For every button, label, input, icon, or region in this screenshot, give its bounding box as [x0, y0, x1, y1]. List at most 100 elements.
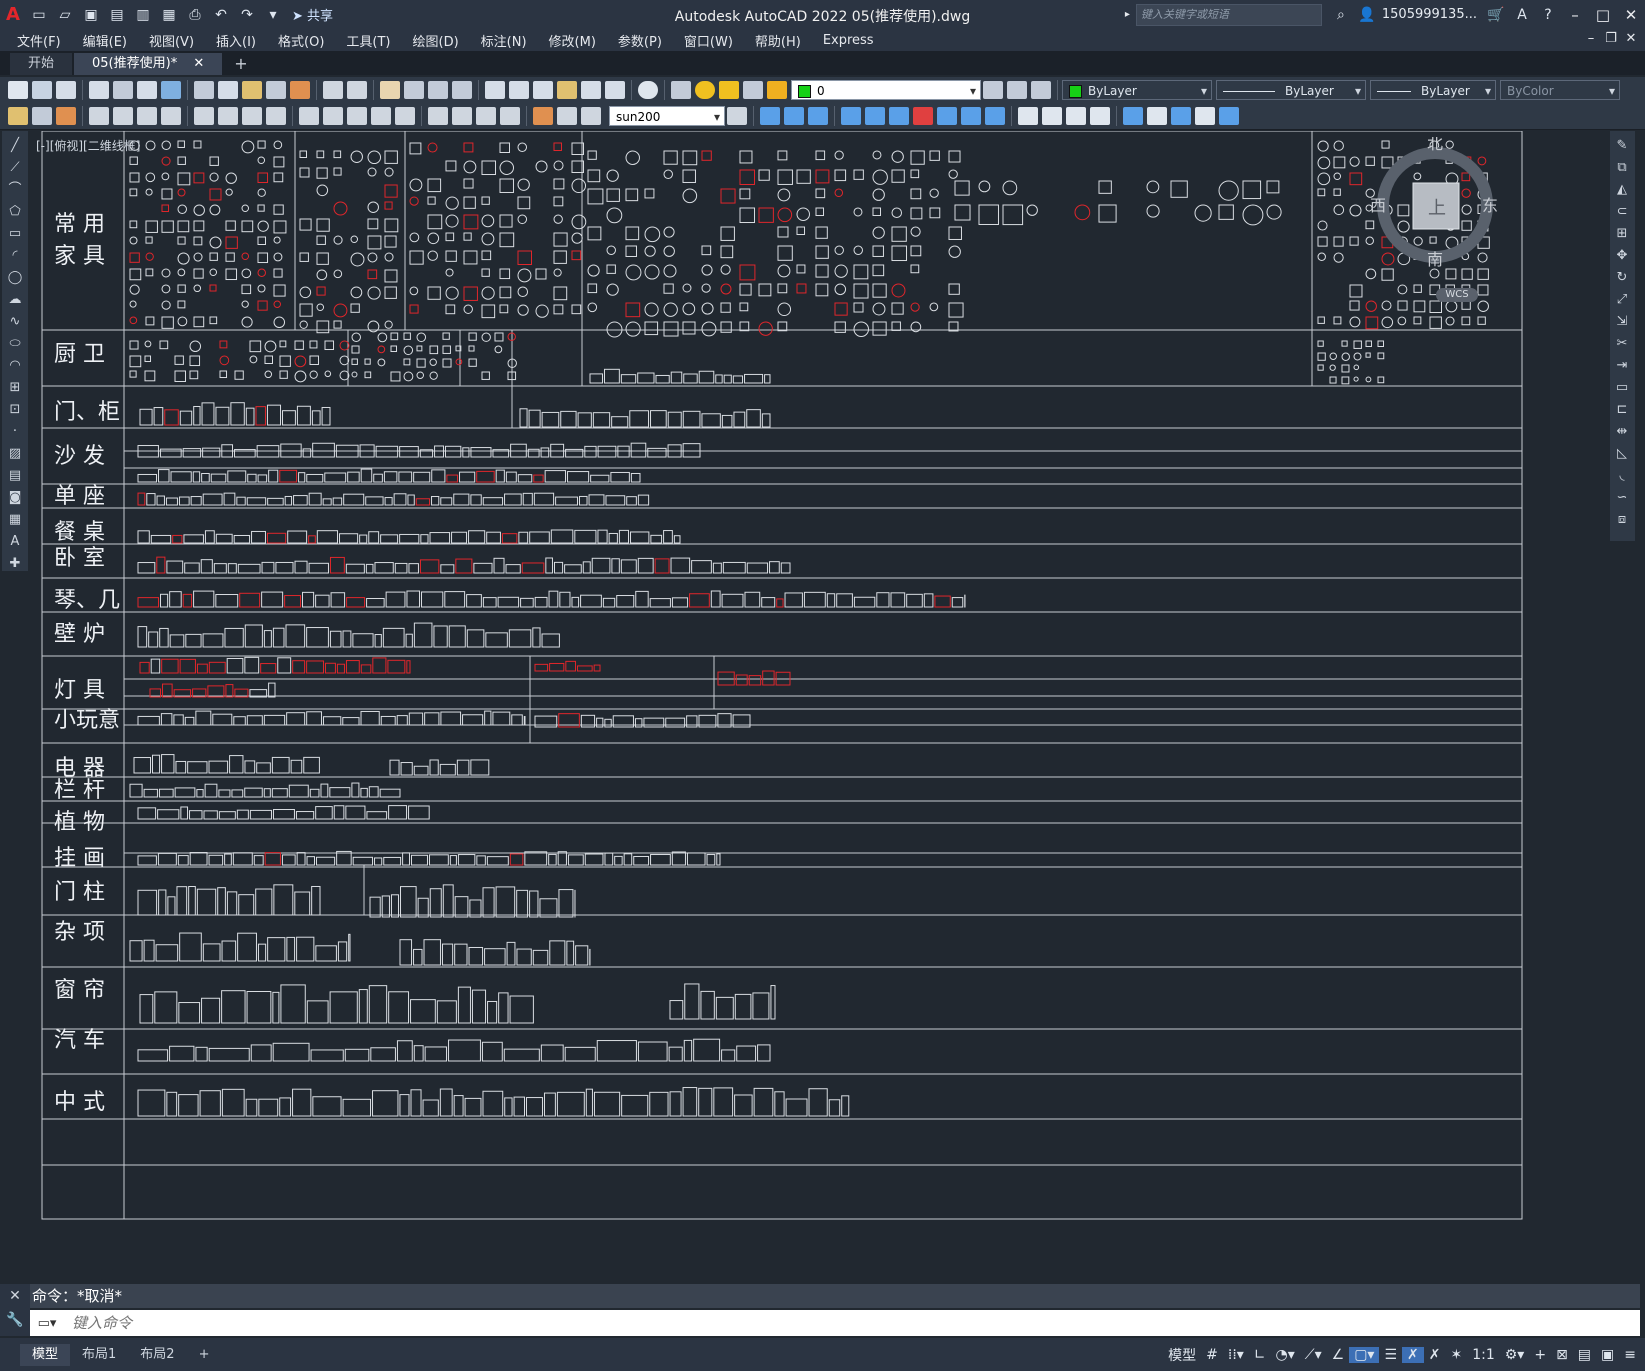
tool-palettes-icon[interactable] [533, 81, 553, 99]
point-icon[interactable]: · [6, 425, 24, 439]
save-icon[interactable]: ▣ [80, 4, 102, 26]
ellipse-arc-icon[interactable]: ◠ [6, 359, 24, 373]
menu-draw[interactable]: 绘图(D) [402, 31, 470, 50]
copy-icon[interactable] [218, 81, 238, 99]
diameter-icon[interactable] [242, 107, 262, 125]
table-icon[interactable]: ▦ [6, 513, 24, 527]
solid-box-icon[interactable] [1018, 107, 1038, 125]
continue-icon[interactable] [347, 107, 367, 125]
menu-view[interactable]: 视图(V) [138, 31, 205, 50]
construction-line-icon[interactable]: ⟋ [6, 161, 24, 175]
search-input[interactable]: 键入关键字或短语 [1135, 3, 1322, 26]
solid-cone-icon[interactable] [1066, 107, 1086, 125]
auto-scale-icon[interactable]: ✗ [1424, 1347, 1446, 1363]
plotstyle-dropdown[interactable]: ByColor [1500, 80, 1620, 101]
jogged-icon[interactable] [218, 107, 238, 125]
viewcube[interactable]: 上 北 南 东 西 [1370, 137, 1500, 267]
region-icon[interactable]: ◙ [6, 491, 24, 505]
qnew-icon[interactable] [8, 81, 28, 99]
layer-freeze-icon[interactable] [719, 81, 739, 99]
ucs-face-icon[interactable] [961, 107, 981, 125]
arc-length-icon[interactable] [137, 107, 157, 125]
command-input[interactable] [70, 1313, 1574, 1333]
help-toolbar-icon[interactable] [638, 81, 658, 99]
match-properties-icon[interactable] [266, 81, 286, 99]
angular-icon[interactable] [266, 107, 286, 125]
join-icon[interactable]: ⇹ [1613, 425, 1631, 439]
calculator-icon[interactable] [605, 81, 625, 99]
search-icon[interactable]: ⌕ [1330, 4, 1352, 26]
new-tab-button[interactable]: + [224, 53, 257, 75]
new-file-icon[interactable]: ▭ [28, 4, 50, 26]
layer-on-icon[interactable] [695, 81, 715, 99]
rectangle-icon[interactable]: ▭ [6, 227, 24, 241]
polar-icon[interactable]: ◔▾ [1271, 1347, 1300, 1363]
attribute-icon[interactable] [56, 107, 76, 125]
layer-state-icon[interactable] [1031, 81, 1051, 99]
linear-dimension-icon[interactable] [89, 107, 109, 125]
chamfer-icon[interactable]: ◺ [1613, 447, 1631, 461]
ucs-object-icon[interactable] [937, 107, 957, 125]
loft-icon[interactable] [1195, 107, 1215, 125]
menu-dimension[interactable]: 标注(N) [470, 31, 538, 50]
layout-tab-1[interactable]: 布局1 [70, 1344, 128, 1366]
layer-dropdown[interactable]: 0 [791, 80, 981, 101]
explode-icon[interactable]: ⧈ [1613, 513, 1631, 527]
redo-icon[interactable]: ↷ [236, 4, 258, 26]
maximize-button[interactable]: □ [1589, 6, 1617, 24]
tab-active-drawing[interactable]: 05(推荐使用)* ✕ [74, 53, 223, 75]
spline-icon[interactable]: ∿ [6, 315, 24, 329]
expand-arrow-icon[interactable]: ▸ [1125, 9, 1130, 20]
south-label[interactable]: 南 [1427, 250, 1443, 267]
zoom-previous-icon[interactable] [452, 81, 472, 99]
preview-icon[interactable] [113, 81, 133, 99]
break-at-point-icon[interactable]: ▭ [1613, 381, 1631, 395]
copy-object-icon[interactable]: ⧉ [1613, 161, 1631, 175]
quick-dimension-icon[interactable] [299, 107, 319, 125]
layer-viewport-icon[interactable] [743, 81, 763, 99]
doc-restore-icon[interactable]: ❐ [1601, 31, 1621, 46]
share-button[interactable]: ➤ 共享 [292, 5, 333, 24]
annotation-visibility-icon[interactable]: ✗ [1402, 1346, 1424, 1363]
east-label[interactable]: 东 [1482, 196, 1498, 215]
units-icon[interactable]: ⊠ [1551, 1347, 1573, 1363]
open-file-icon[interactable]: ▱ [54, 4, 76, 26]
jogged-linear-icon[interactable] [500, 107, 520, 125]
offset-icon[interactable]: ⊂ [1613, 205, 1631, 219]
dimension-edit-icon[interactable] [533, 107, 553, 125]
add-icon[interactable]: + [1529, 1347, 1551, 1363]
tolerance-icon[interactable] [428, 107, 448, 125]
mirror-icon[interactable]: ◭ [1613, 183, 1631, 197]
rotate-icon[interactable]: ↻ [1613, 271, 1631, 285]
close-button[interactable]: ✕ [1617, 6, 1645, 24]
open-icon[interactable] [32, 81, 52, 99]
revcloud-icon[interactable]: ☁ [6, 293, 24, 307]
layer-previous-icon[interactable] [1007, 81, 1027, 99]
hatch-icon[interactable]: ▨ [6, 447, 24, 461]
block-editor-icon[interactable] [290, 81, 310, 99]
extrude-icon[interactable] [1123, 107, 1143, 125]
user-icon[interactable]: 👤 [1356, 4, 1378, 26]
user-name[interactable]: 1505999135... [1382, 7, 1477, 22]
move-icon[interactable]: ✥ [1613, 249, 1631, 263]
menu-insert[interactable]: 插入(I) [205, 31, 267, 50]
menu-file[interactable]: 文件(F) [6, 31, 72, 50]
command-close-icon[interactable]: ✕ [0, 1284, 30, 1308]
command-customize-icon[interactable]: 🔧 [0, 1308, 30, 1332]
doc-minimize-icon[interactable]: – [1581, 31, 1601, 46]
undo-icon[interactable]: ↶ [210, 4, 232, 26]
zoom-window-icon[interactable] [428, 81, 448, 99]
radius-icon[interactable] [194, 107, 214, 125]
color-dropdown[interactable]: ByLayer [1062, 80, 1212, 101]
presspull-icon[interactable] [1219, 107, 1239, 125]
north-label[interactable]: 北 [1427, 137, 1443, 153]
add-layout-button[interactable]: + [187, 1344, 222, 1366]
center-mark-icon[interactable] [452, 107, 472, 125]
ucs-3point-icon[interactable] [913, 107, 933, 125]
clean-screen-icon[interactable]: ▣ [1596, 1347, 1619, 1363]
realistic-icon[interactable] [808, 107, 828, 125]
paste-icon[interactable] [242, 81, 262, 99]
grid-icon[interactable]: # [1201, 1347, 1223, 1363]
annotation-scale-value[interactable]: 1:1 [1467, 1347, 1500, 1363]
object-snap-tracking-icon[interactable]: ∠ [1327, 1347, 1350, 1363]
